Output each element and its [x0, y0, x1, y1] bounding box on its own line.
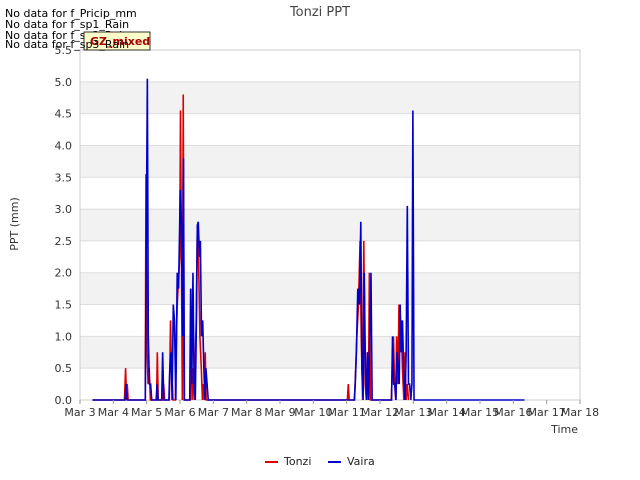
grid-band	[80, 336, 580, 369]
grid-band	[80, 209, 580, 241]
chart: 0.00.51.01.52.02.53.03.54.04.55.05.5 Mar…	[0, 0, 640, 480]
x-tick-label: Mar 7	[198, 406, 229, 419]
x-tick-label: Mar 4	[98, 406, 129, 419]
y-tick-label: 2.0	[55, 267, 73, 280]
y-tick-label: 1.0	[55, 330, 73, 343]
y-tick-label: 5.0	[55, 76, 73, 89]
legend-label-tonzi: Tonzi	[283, 455, 311, 468]
y-tick-label: 1.5	[55, 299, 73, 312]
x-tick-label: Mar 8	[231, 406, 262, 419]
y-tick-label: 3.5	[55, 171, 73, 184]
y-tick-label: 0.5	[55, 362, 73, 375]
y-tick-label: 2.5	[55, 235, 73, 248]
y-axis-title: PPT (mm)	[8, 197, 21, 251]
y-tick-label: 4.0	[55, 139, 73, 152]
chart-title: Tonzi PPT	[289, 5, 350, 20]
x-tick-label: Mar 3	[64, 406, 95, 419]
x-tick-label: Mar 18	[561, 406, 599, 419]
x-tick-label: Mar 6	[164, 406, 195, 419]
x-tick-label: Mar 9	[264, 406, 295, 419]
grid-band	[80, 272, 580, 305]
y-tick-label: 4.5	[55, 108, 73, 121]
legend-label-vaira: Vaira	[347, 455, 375, 468]
no-data-messages: No data for f_Pricip_mm No data for f_sp…	[5, 7, 151, 51]
x-tick-label: Mar 5	[131, 406, 162, 419]
grid-band	[80, 145, 580, 178]
x-axis-title: Time	[550, 423, 578, 436]
y-tick-label: 3.0	[55, 203, 73, 216]
grid-band	[80, 81, 580, 114]
no-data-message: No data for f_sp3_Rain	[5, 38, 129, 51]
